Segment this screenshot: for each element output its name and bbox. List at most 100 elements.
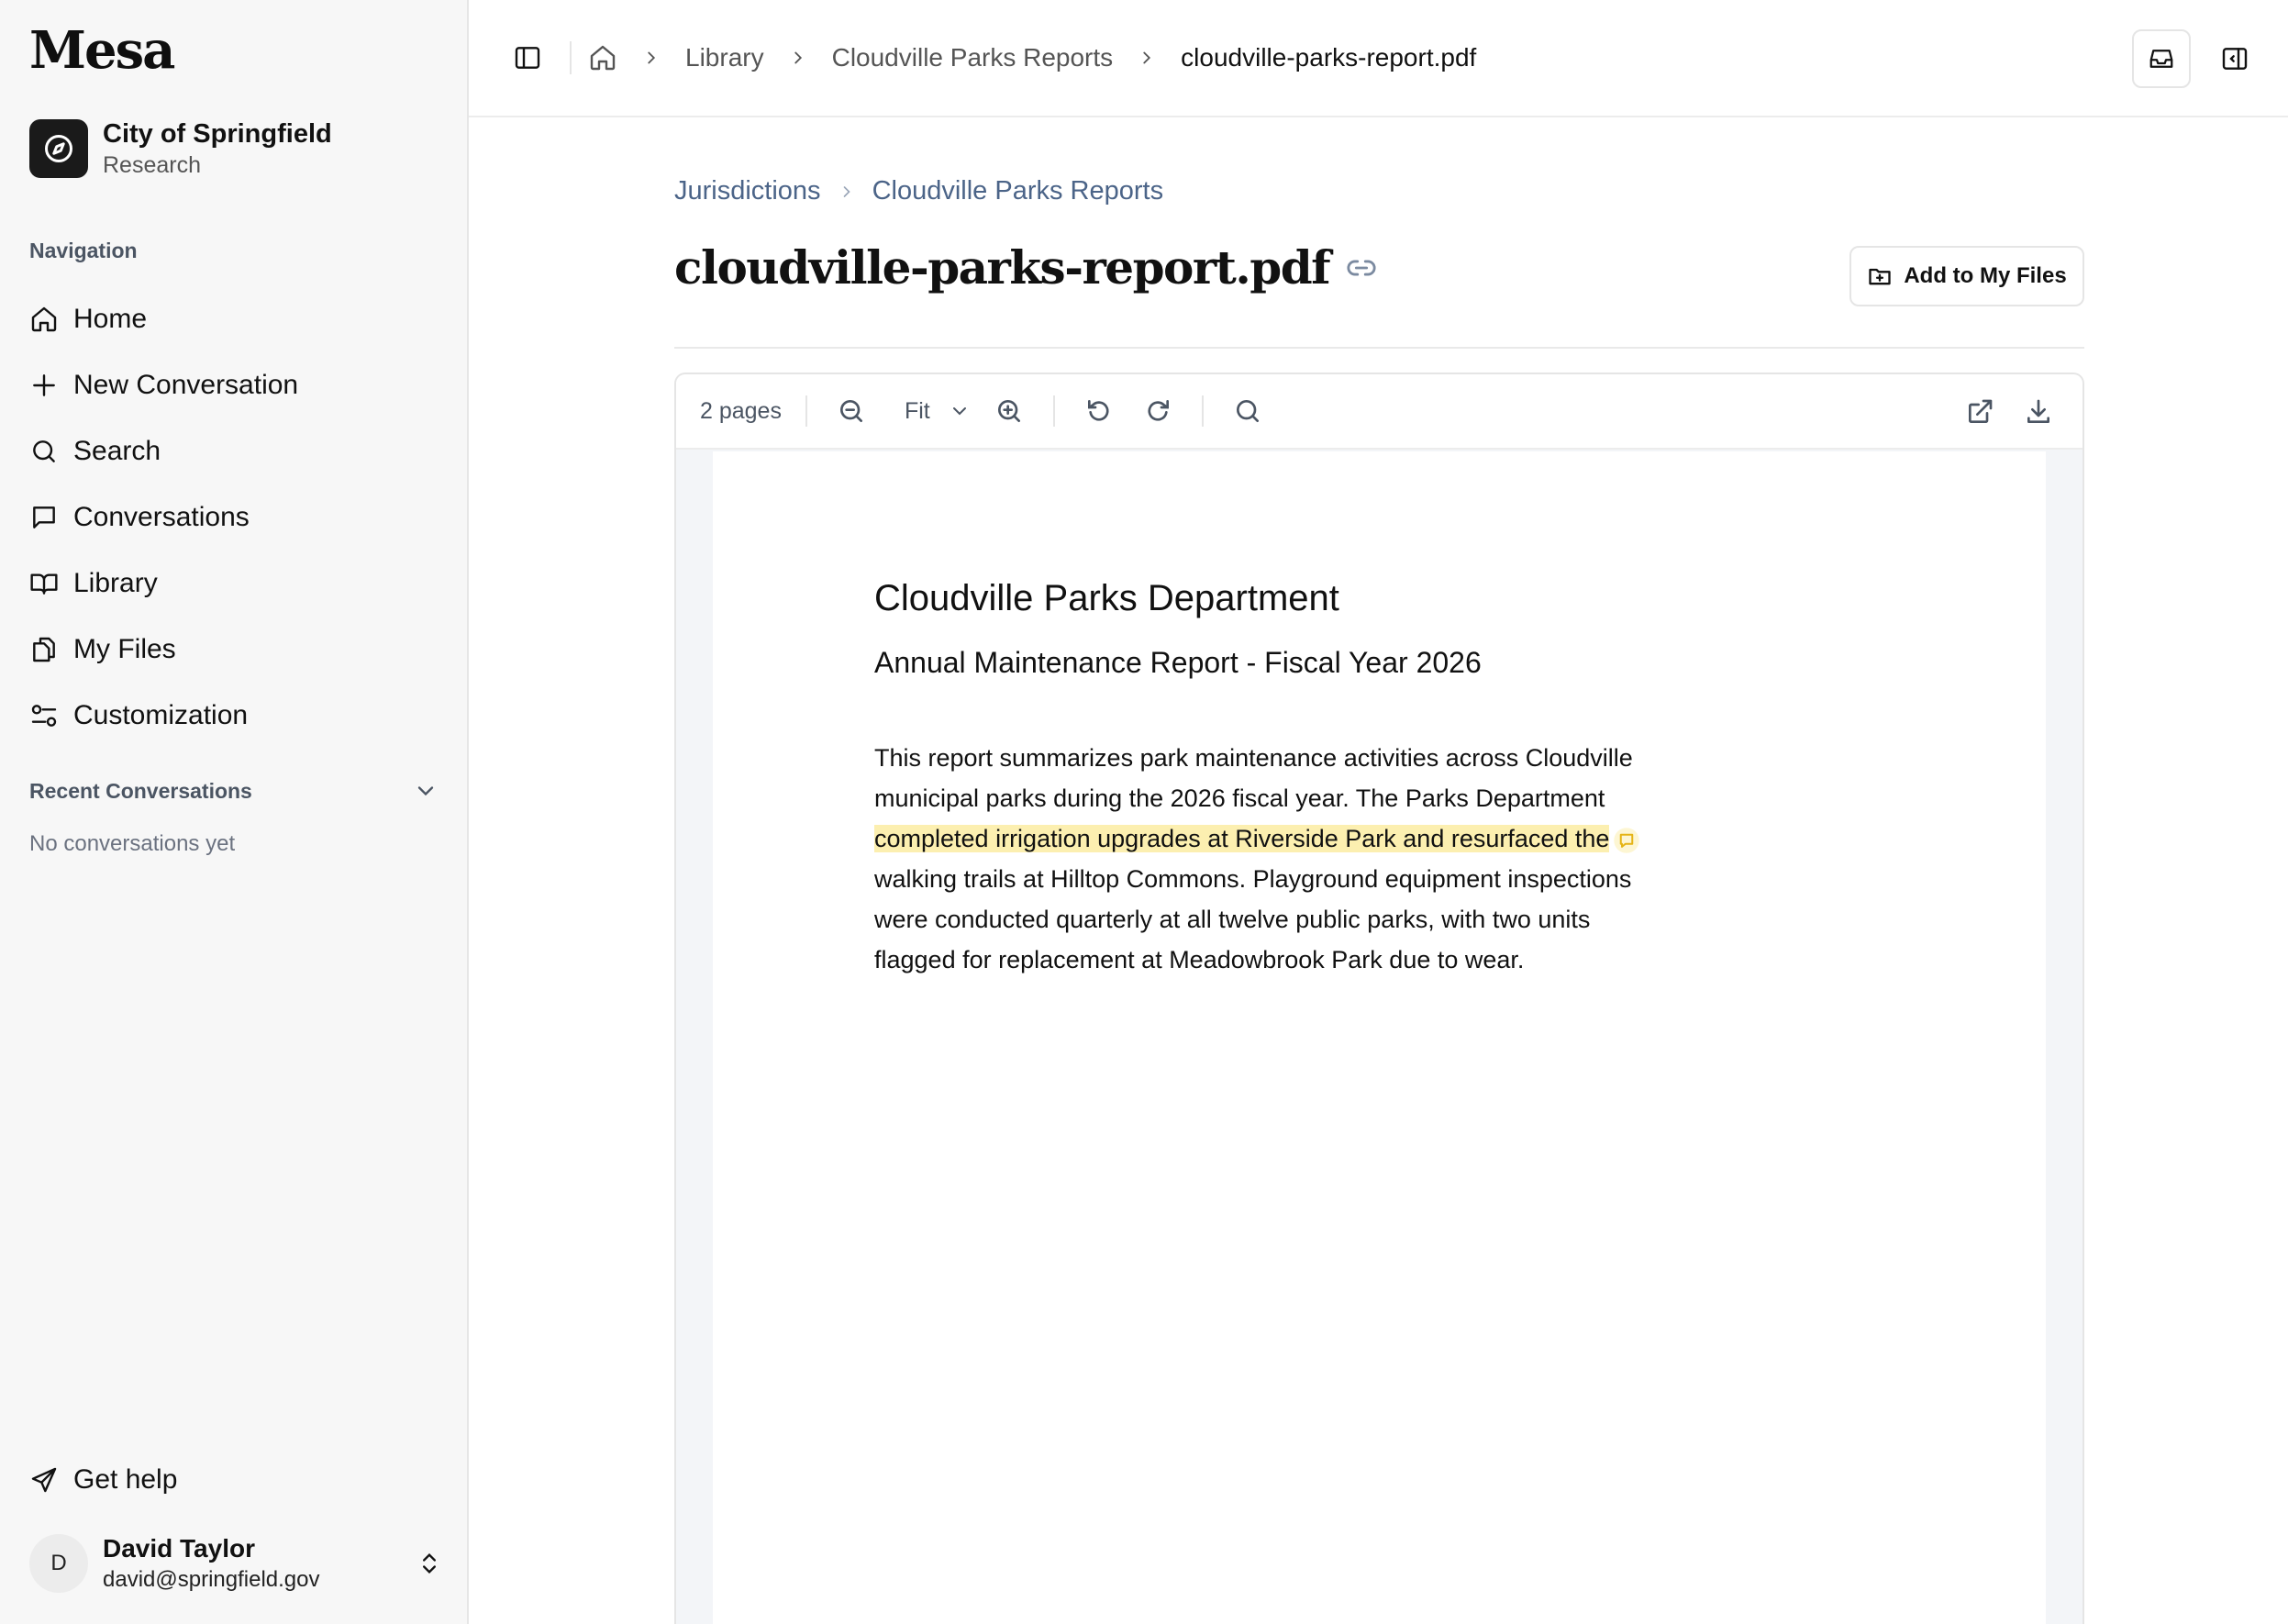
sidebar-item-customization[interactable]: Customization bbox=[29, 683, 442, 749]
zoom-select[interactable]: Fit bbox=[905, 398, 971, 425]
divider bbox=[1052, 395, 1055, 427]
divider bbox=[1201, 395, 1204, 427]
sidebar-item-label: Library bbox=[73, 568, 158, 598]
sidebar: Mesa City of Springfield Research Naviga… bbox=[0, 0, 469, 1624]
chevron-down-icon bbox=[417, 786, 434, 796]
zoom-value: Fit bbox=[904, 397, 930, 424]
plus-icon bbox=[33, 374, 55, 396]
pdf-toolbar: 2 pages Fit bbox=[676, 374, 2083, 450]
home-icon bbox=[31, 306, 57, 332]
get-help-label: Get help bbox=[73, 1464, 178, 1495]
page-title: cloudville-parks-report.pdf bbox=[674, 240, 1331, 295]
chevron-down-icon bbox=[952, 407, 966, 416]
link-icon bbox=[1347, 260, 1376, 275]
breadcrumb-collection[interactable]: Cloudville Parks Reports bbox=[872, 176, 1164, 206]
sidebar-item-my-files[interactable]: My Files bbox=[29, 617, 442, 683]
sidebar-item-search[interactable]: Search bbox=[29, 418, 442, 484]
breadcrumb-current: cloudville-parks-report.pdf bbox=[1181, 43, 1477, 72]
comment-icon[interactable] bbox=[1613, 827, 1640, 854]
document-breadcrumb: Jurisdictions Cloudville Parks Reports bbox=[674, 176, 1163, 206]
avatar: D bbox=[29, 1534, 88, 1593]
user-email: david@springfield.gov bbox=[103, 1567, 320, 1592]
add-to-my-files-label: Add to My Files bbox=[1904, 263, 2067, 288]
document-paragraph: This report summarizes park maintenance … bbox=[874, 738, 1663, 980]
copy-link-button[interactable] bbox=[1346, 252, 1377, 284]
nav-section-label: Navigation bbox=[29, 239, 138, 262]
top-bar: Library Cloudville Parks Reports cloudvi… bbox=[469, 0, 2288, 117]
chevron-right-icon bbox=[788, 48, 808, 68]
chevron-right-icon bbox=[1137, 48, 1157, 68]
org-switcher[interactable]: City of Springfield Research bbox=[29, 117, 332, 180]
chevrons-up-down-icon bbox=[423, 1553, 436, 1574]
sidebar-item-label: Conversations bbox=[73, 502, 250, 532]
sliders-icon bbox=[31, 705, 57, 727]
inbox-button[interactable] bbox=[2132, 29, 2191, 88]
breadcrumb-library[interactable]: Library bbox=[685, 43, 764, 72]
download-button[interactable] bbox=[2018, 392, 2059, 432]
breadcrumb: Library Cloudville Parks Reports cloudvi… bbox=[588, 43, 1476, 72]
open-external-button[interactable] bbox=[1960, 392, 2000, 432]
download-icon bbox=[2027, 399, 2049, 423]
send-icon bbox=[31, 1467, 57, 1493]
paragraph-text: This report summarizes park maintenance … bbox=[874, 744, 1633, 812]
recent-conversations-toggle[interactable]: Recent Conversations bbox=[29, 778, 439, 804]
sidebar-nav: Home New Conversation Search Conversatio… bbox=[29, 286, 442, 749]
org-name: City of Springfield bbox=[103, 119, 332, 149]
sidebar-item-new-conversation[interactable]: New Conversation bbox=[29, 352, 442, 418]
document-heading: Cloudville Parks Department bbox=[874, 578, 1339, 618]
rotate-ccw-icon bbox=[1087, 400, 1109, 421]
document-title-row: cloudville-parks-report.pdf bbox=[674, 240, 1377, 295]
zoom-out-icon bbox=[839, 400, 862, 422]
sidebar-item-library[interactable]: Library bbox=[29, 551, 442, 617]
pdf-viewer: 2 pages Fit Cloudville Parks Department … bbox=[674, 373, 2084, 1624]
recent-conversations-empty: No conversations yet bbox=[29, 831, 236, 856]
divider bbox=[674, 347, 2084, 349]
app-logo[interactable]: Mesa bbox=[29, 20, 175, 81]
find-in-document-button[interactable] bbox=[1227, 391, 1268, 431]
search-icon bbox=[1236, 400, 1259, 422]
inbox-icon bbox=[2149, 50, 2173, 68]
highlighted-text[interactable]: completed irrigation upgrades at Riversi… bbox=[874, 825, 1610, 852]
search-icon bbox=[33, 440, 55, 462]
toggle-right-panel-button[interactable] bbox=[2209, 33, 2260, 84]
home-icon bbox=[590, 45, 616, 71]
sidebar-item-label: My Files bbox=[73, 634, 176, 664]
sidebar-item-label: New Conversation bbox=[73, 370, 299, 400]
document-subheading: Annual Maintenance Report - Fiscal Year … bbox=[874, 646, 1482, 679]
files-icon bbox=[33, 637, 55, 662]
recent-conversations-label: Recent Conversations bbox=[29, 778, 252, 803]
sidebar-item-home[interactable]: Home bbox=[29, 286, 442, 352]
chat-icon bbox=[33, 506, 55, 528]
sidebar-item-label: Customization bbox=[73, 700, 249, 730]
add-to-my-files-button[interactable]: Add to My Files bbox=[1849, 246, 2084, 306]
zoom-out-button[interactable] bbox=[831, 391, 872, 431]
page-count: 2 pages bbox=[700, 397, 782, 424]
chevron-right-icon bbox=[641, 48, 661, 68]
divider bbox=[805, 395, 807, 427]
external-link-icon bbox=[1969, 399, 1993, 423]
zoom-in-button[interactable] bbox=[989, 391, 1029, 431]
breadcrumb-collection[interactable]: Cloudville Parks Reports bbox=[832, 43, 1114, 72]
get-help-link[interactable]: Get help bbox=[29, 1464, 177, 1496]
user-name: David Taylor bbox=[103, 1534, 255, 1563]
rotate-left-button[interactable] bbox=[1079, 391, 1119, 431]
sidebar-toggle-icon bbox=[515, 47, 540, 69]
rotate-cw-icon bbox=[1148, 400, 1169, 421]
paragraph-text: walking trails at Hilltop Commons. Playg… bbox=[874, 865, 1632, 973]
compass-icon bbox=[29, 119, 88, 178]
sidebar-item-conversations[interactable]: Conversations bbox=[29, 484, 442, 551]
breadcrumb-home[interactable] bbox=[588, 43, 617, 72]
sidebar-item-label: Search bbox=[73, 436, 161, 466]
org-subtitle: Research bbox=[103, 152, 201, 178]
pdf-page: Cloudville Parks Department Annual Maint… bbox=[713, 451, 2046, 1624]
panel-right-icon bbox=[2222, 48, 2248, 70]
toggle-sidebar-button[interactable] bbox=[502, 32, 553, 83]
zoom-in-icon bbox=[997, 400, 1020, 422]
user-menu[interactable]: D David Taylor david@springfield.gov bbox=[29, 1532, 442, 1595]
book-icon bbox=[30, 573, 58, 595]
sidebar-item-label: Home bbox=[73, 304, 148, 334]
divider bbox=[570, 41, 572, 74]
rotate-right-button[interactable] bbox=[1138, 391, 1178, 431]
chevron-right-icon bbox=[838, 183, 856, 201]
breadcrumb-jurisdictions[interactable]: Jurisdictions bbox=[674, 176, 821, 206]
